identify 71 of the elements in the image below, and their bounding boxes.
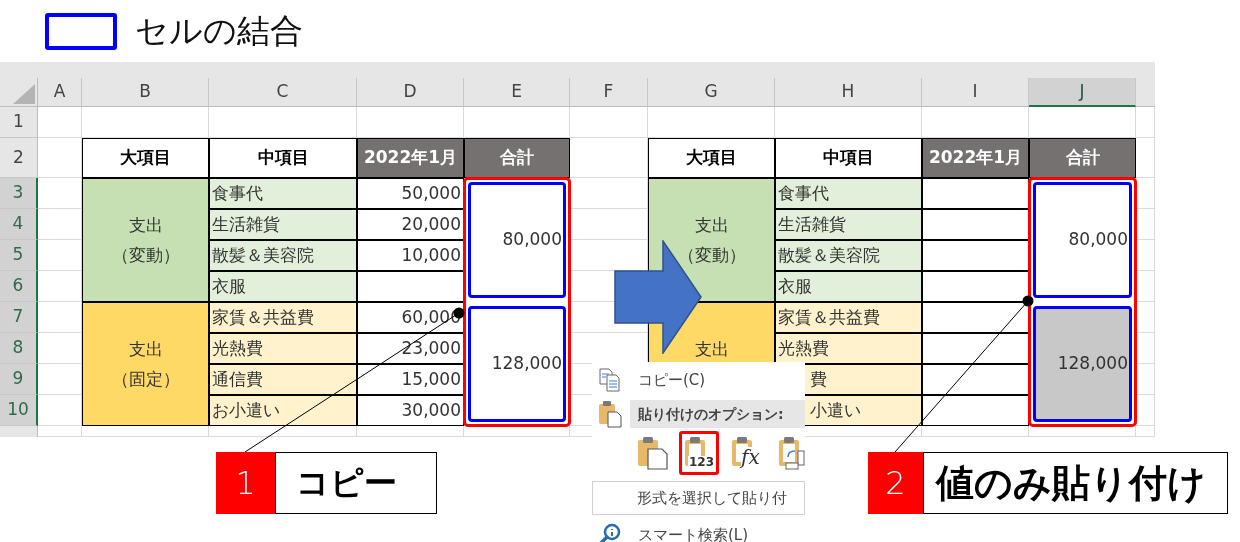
header-cell: 合計 — [1029, 138, 1136, 178]
row-header[interactable]: 6 — [0, 271, 38, 302]
value-cell: 23,000 — [357, 333, 464, 364]
step-label: コピー — [275, 452, 437, 514]
header-cell: 2022年1月 — [922, 138, 1029, 178]
header-cell: 中項目 — [209, 138, 357, 178]
step-number: 1 — [216, 452, 275, 514]
column-header[interactable]: J — [1029, 78, 1136, 107]
merged-cell: 128,000 — [1033, 306, 1132, 422]
row-header[interactable]: 5 — [0, 240, 38, 271]
item-cell: 衣服 — [775, 271, 922, 302]
group-label: 支出 — [128, 214, 163, 237]
item-cell: お小遣い — [209, 395, 357, 426]
paste-formulas-label: fx — [741, 447, 760, 467]
group-label: 支出 — [128, 338, 163, 361]
merged-cell: 80,000 — [468, 182, 566, 298]
header-cell: 中項目 — [775, 138, 922, 178]
row-header[interactable]: 8 — [0, 333, 38, 364]
row-header[interactable]: 7 — [0, 302, 38, 333]
group-label: （変動） — [677, 244, 746, 267]
menu-section-header: 貼り付けのオプション: — [630, 400, 805, 428]
column-header[interactable]: I — [922, 78, 1029, 107]
item-cell: 光熱費 — [209, 333, 357, 364]
paste-option-button[interactable]: fx — [726, 431, 766, 475]
item-cell: 家賃＆共益費 — [775, 302, 922, 333]
column-header[interactable]: F — [570, 78, 648, 107]
header-cell: 大項目 — [82, 138, 209, 178]
item-cell: 家賃＆共益費 — [209, 302, 357, 333]
item-cell: 衣服 — [209, 271, 357, 302]
group-label: 支出 — [694, 214, 729, 237]
row-header[interactable]: 2 — [0, 138, 38, 178]
menu-item[interactable]: スマート検索(L) — [592, 515, 805, 542]
value-cell: 30,000 — [357, 395, 464, 426]
merged-cell: 80,000 — [1033, 182, 1132, 298]
column-header[interactable]: B — [82, 78, 209, 107]
row-header[interactable]: 4 — [0, 209, 38, 240]
group-label: （変動） — [111, 244, 180, 267]
paste-option-button[interactable]: 123 — [679, 431, 719, 475]
step-number: 2 — [868, 452, 923, 514]
item-cell: 散髪＆美容院 — [775, 240, 922, 271]
group-label: 支出 — [694, 338, 729, 361]
menu-item[interactable]: 形式を選択して貼り付 — [592, 481, 805, 515]
column-header[interactable]: A — [38, 78, 82, 107]
item-cell: 光熱費 — [775, 333, 922, 364]
group-label: （固定） — [111, 368, 180, 391]
header-cell: 大項目 — [648, 138, 775, 178]
row-header[interactable]: 3 — [0, 178, 38, 209]
legend-label: セルの結合 — [135, 10, 303, 53]
column-header[interactable]: E — [464, 78, 570, 107]
header-cell: 合計 — [464, 138, 570, 178]
item-cell: 食事代 — [775, 178, 922, 209]
value-cell: 15,000 — [357, 364, 464, 395]
item-cell: 散髪＆美容院 — [209, 240, 357, 271]
item-cell: 通信費 — [209, 364, 357, 395]
row-header[interactable]: 9 — [0, 364, 38, 395]
paste-values-label: 123 — [688, 456, 716, 468]
item-cell: 生活雑貨 — [209, 209, 357, 240]
merged-cell: 128,000 — [468, 306, 566, 422]
header-cell: 2022年1月 — [357, 138, 464, 178]
column-header[interactable]: D — [357, 78, 464, 107]
step-label: 値のみ貼り付け — [923, 452, 1228, 514]
value-cell: 20,000 — [357, 209, 464, 240]
row-header[interactable]: 1 — [0, 107, 38, 138]
row-header[interactable]: 10 — [0, 395, 38, 426]
column-header[interactable]: H — [775, 78, 922, 107]
column-header[interactable]: C — [209, 78, 357, 107]
value-cell: 50,000 — [357, 178, 464, 209]
value-cell: 10,000 — [357, 240, 464, 271]
item-cell: 食事代 — [209, 178, 357, 209]
item-cell: 生活雑貨 — [775, 209, 922, 240]
column-header[interactable]: G — [648, 78, 775, 107]
